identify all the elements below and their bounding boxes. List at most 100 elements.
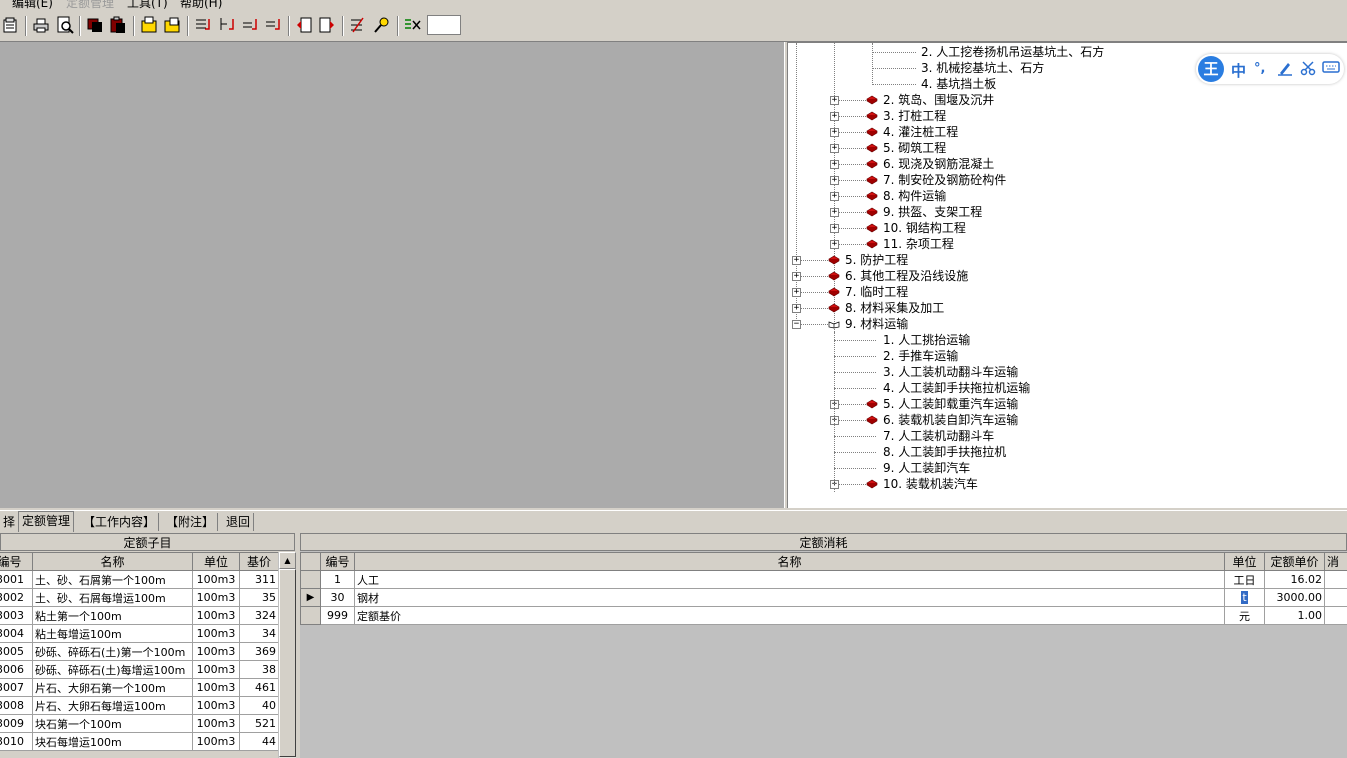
tab-back[interactable]: 退回 [223, 513, 255, 531]
cell-unit[interactable]: 100m3 [192, 606, 240, 625]
ime-mode-toggle[interactable]: 中 [1231, 60, 1246, 81]
expand-icon[interactable]: + [792, 272, 801, 281]
row-indicator[interactable] [300, 570, 321, 589]
cell-code[interactable]: 30 [320, 588, 355, 607]
ime-punct-toggle[interactable]: °, [1254, 61, 1265, 76]
add-child-icon[interactable] [217, 15, 237, 35]
cell-name[interactable]: 砂砾、碎砾石(土)每增运100m [32, 660, 193, 679]
col-header-unit-price[interactable]: 定额单价 [1264, 552, 1325, 571]
cell-base-price[interactable]: 40 [239, 696, 279, 715]
cell-unit[interactable]: 元 [1224, 606, 1265, 625]
cell-base-price[interactable]: 461 [239, 678, 279, 697]
ime-toolbar[interactable]: 王 中 °, [1196, 54, 1344, 84]
expand-icon[interactable]: + [830, 192, 839, 201]
cell-base-price[interactable]: 34 [239, 624, 279, 643]
col-header-name[interactable]: 名称 [354, 552, 1225, 571]
cell-unit[interactable]: 100m3 [192, 570, 240, 589]
cell-unit-price[interactable]: 1.00 [1264, 606, 1325, 625]
cell-base-price[interactable]: 521 [239, 714, 279, 733]
tree-node-dumper[interactable]: 7. 人工装机动翻斗车 [883, 428, 994, 444]
tree-node-misc[interactable]: 11. 杂项工程 [883, 236, 954, 252]
cell-unit[interactable]: 100m3 [192, 660, 240, 679]
cell-code[interactable]: 999 [320, 606, 355, 625]
cell-unit-price[interactable]: 16.02 [1264, 570, 1325, 589]
cell-name[interactable]: 定额基价 [354, 606, 1225, 625]
tree-node-steel-structure[interactable]: 10. 钢结构工程 [883, 220, 966, 236]
expand-icon[interactable]: + [830, 96, 839, 105]
tree-node-loader-truck[interactable]: 10. 装载机装汽车 [883, 476, 978, 492]
table-row[interactable]: 999 定额基价元 1.00 [300, 606, 1347, 625]
table-row[interactable]: 03003粘土第一个100m100m3324 [0, 606, 279, 625]
cell-code[interactable]: 03006 [0, 660, 33, 679]
cell-base-price[interactable]: 38 [239, 660, 279, 679]
menu-help[interactable]: 帮助(H) [180, 0, 222, 10]
expand-icon[interactable]: + [792, 288, 801, 297]
toolbar-input[interactable] [427, 15, 461, 35]
move-down-icon[interactable] [240, 15, 260, 35]
cell-base-price[interactable]: 369 [239, 642, 279, 661]
col-header-unit[interactable]: 单位 [1224, 552, 1265, 571]
delete-filter-icon[interactable] [403, 15, 423, 35]
cell-name[interactable]: 土、砂、石屑第一个100m [32, 570, 193, 589]
cell-unit[interactable]: 100m3 [192, 714, 240, 733]
tree-node-retaining-board[interactable]: 4. 基坑挡土板 [921, 76, 996, 92]
cell-code[interactable]: 03003 [0, 606, 33, 625]
sort-icon[interactable] [348, 15, 368, 35]
tree-node-cast-pile[interactable]: 4. 灌注桩工程 [883, 124, 958, 140]
cell-code[interactable]: 03010 [0, 732, 33, 751]
tab-select[interactable]: 择 [0, 513, 20, 531]
cell-base-price[interactable]: 35 [239, 588, 279, 607]
selected-unit-text[interactable]: t [1241, 591, 1248, 604]
row-indicator[interactable] [300, 606, 321, 625]
tree-node-component-transport[interactable]: 8. 构件运输 [883, 188, 946, 204]
tree-node-protection[interactable]: 5. 防护工程 [845, 252, 908, 268]
outdent-icon[interactable] [294, 15, 314, 35]
cell-unit[interactable]: t [1224, 588, 1265, 607]
table-row[interactable]: 03006砂砾、碎砾石(土)每增运100m100m338 [0, 660, 279, 679]
expand-icon[interactable]: + [830, 224, 839, 233]
table-row[interactable]: 03004粘土每增运100m100m334 [0, 624, 279, 643]
pen-icon[interactable] [1277, 60, 1293, 80]
tab-work-content[interactable]: 【工作内容】 [80, 513, 160, 531]
find-icon[interactable] [372, 15, 392, 35]
col-header-unit[interactable]: 单位 [192, 552, 240, 571]
cell-name[interactable]: 粘土第一个100m [32, 606, 193, 625]
cell-unit[interactable]: 100m3 [192, 588, 240, 607]
col-header-code[interactable]: 编号 [320, 552, 355, 571]
cell-code[interactable]: 03002 [0, 588, 33, 607]
tree-node-tractor-transport[interactable]: 4. 人工装卸手扶拖拉机运输 [883, 380, 1030, 396]
tree-node-masonry[interactable]: 5. 砌筑工程 [883, 140, 946, 156]
expand-icon[interactable]: + [792, 304, 801, 313]
paste-icon[interactable] [108, 15, 128, 35]
vertical-scrollbar[interactable]: ▲ [278, 552, 296, 758]
cell-name[interactable]: 片石、大卵石第一个100m [32, 678, 193, 697]
cell-unit-price[interactable]: 3000.00 [1264, 588, 1325, 607]
cell-code[interactable]: 03004 [0, 624, 33, 643]
save-folder-icon[interactable] [162, 15, 182, 35]
cell-consumption[interactable] [1324, 570, 1347, 589]
tree-node-piling[interactable]: 3. 打桩工程 [883, 108, 946, 124]
expand-icon[interactable]: + [830, 240, 839, 249]
properties-icon[interactable] [1, 15, 21, 35]
expand-icon[interactable]: + [792, 256, 801, 265]
cell-code[interactable]: 1 [320, 570, 355, 589]
table-row[interactable]: ▶ 30 钢材 t 3000.00 [300, 588, 1347, 607]
cell-name[interactable]: 块石每增运100m [32, 732, 193, 751]
expand-icon[interactable]: + [830, 160, 839, 169]
tree-node-material-transport[interactable]: 9. 材料运输 [845, 316, 908, 332]
cell-base-price[interactable]: 324 [239, 606, 279, 625]
insert-row-icon[interactable] [193, 15, 213, 35]
expand-icon[interactable]: + [830, 112, 839, 121]
expand-icon[interactable]: + [830, 144, 839, 153]
cell-name[interactable]: 片石、大卵石每增运100m [32, 696, 193, 715]
tree-node-excavate-winch[interactable]: 2. 人工挖卷扬机吊运基坑土、石方 [921, 44, 1104, 60]
cell-name[interactable]: 土、砂、石屑每增运100m [32, 588, 193, 607]
cell-unit[interactable]: 100m3 [192, 696, 240, 715]
print-preview-icon[interactable] [55, 15, 75, 35]
tree-node-truck-transport[interactable]: 5. 人工装卸载重汽车运输 [883, 396, 1018, 412]
tab-notes[interactable]: 【附注】 [163, 513, 219, 531]
cell-base-price[interactable]: 311 [239, 570, 279, 589]
table-row[interactable]: 03002土、砂、石屑每增运100m100m335 [0, 588, 279, 607]
cell-unit[interactable]: 100m3 [192, 624, 240, 643]
tree-node-material-collection[interactable]: 8. 材料采集及加工 [845, 300, 944, 316]
